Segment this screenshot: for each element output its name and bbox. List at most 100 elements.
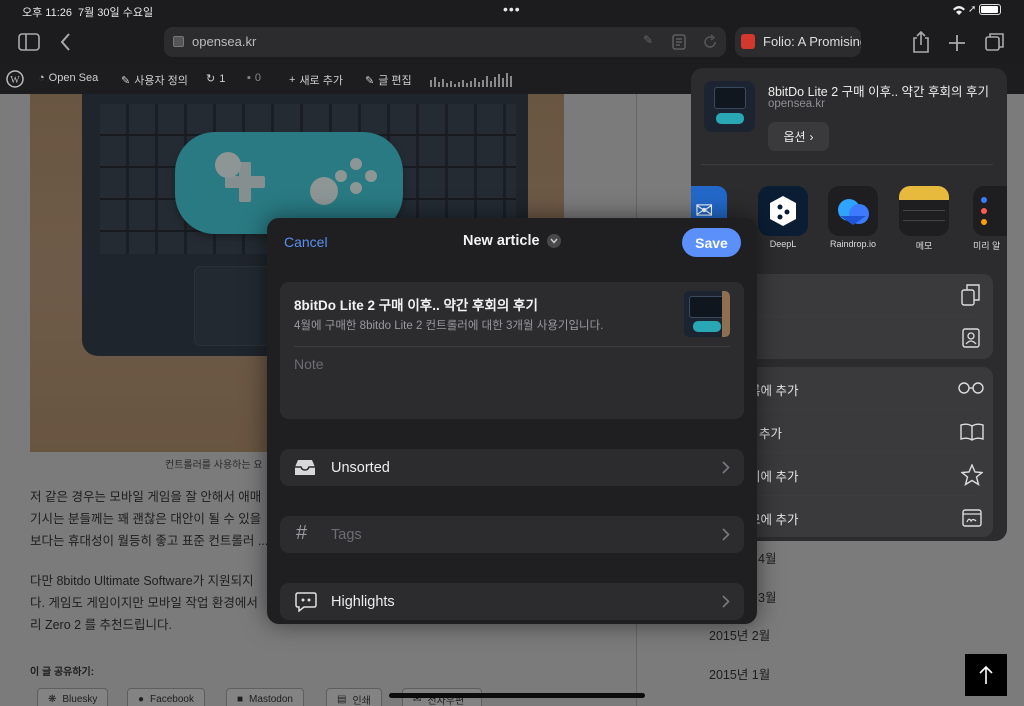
share-facebook-button[interactable]: ● Facebook [127, 688, 205, 706]
article-title: 8bitDo Lite 2 구매 이후.. 약간 후회의 후기 [294, 298, 538, 313]
battery-icon [979, 4, 1001, 15]
tags-field: Tags [331, 527, 362, 543]
reminders-app-label: 미리 알 [973, 241, 1001, 251]
multitask-dots-icon[interactable]: ••• [503, 1, 521, 17]
url-text: opensea.kr [192, 34, 257, 49]
wifi-icon [953, 6, 965, 15]
stats-sparkline[interactable] [430, 71, 514, 87]
archive-link-4[interactable]: 2015년 1월 [709, 664, 770, 686]
tabs-overview-icon[interactable] [985, 32, 1005, 52]
compose-icon[interactable]: ✎ [643, 33, 653, 47]
inbox-icon [295, 460, 315, 475]
reload-icon[interactable] [702, 34, 718, 50]
share-bluesky-button[interactable]: ❋ Bluesky [37, 688, 109, 706]
highlights-label: Highlights [331, 594, 395, 610]
butterfly-icon: ❋ [48, 693, 57, 705]
collection-title-button[interactable]: New article [463, 233, 561, 249]
paragraph-2-line-1: 다만 8bitdo Ultimate Software가 지원되지 [30, 574, 254, 588]
location-icon: ➚ [968, 4, 977, 15]
book-icon [960, 423, 984, 441]
site-favicon-icon [173, 36, 184, 47]
status-time: 오후 11:26 [22, 7, 73, 19]
share-options-button[interactable]: 옵션 › [768, 122, 829, 151]
deepl-app-icon[interactable] [758, 186, 808, 236]
sidebar-toggle-icon[interactable] [18, 33, 40, 51]
modal-title: New article [463, 233, 540, 249]
status-bar: 오후 11:26 7월 30일 수요일 ••• ➚ [0, 0, 1024, 22]
refresh-icon: ↻ [206, 73, 216, 85]
comment-icon: ▪ [247, 72, 251, 84]
photo-caption: 컨트롤러를 사용하는 요 [165, 460, 263, 471]
chevron-right-icon: › [809, 129, 814, 144]
printer-icon: ▤ [337, 693, 347, 705]
chevron-right-icon [722, 528, 730, 541]
hashtag-icon: # [296, 522, 308, 544]
pencil-icon: ✎ [365, 74, 375, 87]
share-mastodon-button[interactable]: ■ Mastodon [226, 688, 304, 706]
archive-link-2[interactable]: 3월 [758, 587, 776, 609]
wp-site-link[interactable]: ◔ Open Sea [38, 72, 98, 84]
new-article-modal: Cancel New article Save 8bitDo Lite 2 구매… [267, 218, 757, 624]
collection-row[interactable]: Unsorted [280, 449, 744, 486]
contact-card-icon[interactable] [962, 328, 980, 348]
paragraph-2-line-3: 리 Zero 2 를 추천드립니다. [30, 618, 173, 632]
wp-edit-link[interactable]: ✎ 글 편집 [365, 72, 412, 88]
address-bar[interactable]: opensea.kr ✎ [164, 27, 726, 57]
notes-app-label: 메모 [915, 241, 933, 251]
mastodon-icon: ■ [237, 693, 244, 705]
paragraph-1-line-1: 저 같은 경우는 모바일 게임을 잘 안해서 애매 [30, 490, 262, 504]
notes-app-icon[interactable] [899, 186, 949, 236]
wordpress-logo-icon[interactable]: W [6, 70, 24, 88]
dashboard-icon: ◔ [38, 72, 45, 84]
facebook-icon: ● [138, 693, 145, 705]
browser-tab-folio[interactable]: Folio: A Promising [735, 27, 861, 57]
highlights-row[interactable]: Highlights [280, 583, 744, 620]
wp-new-link[interactable]: + 새로 추가 [289, 72, 343, 88]
chevron-right-icon [722, 461, 730, 474]
raindrop-app-icon[interactable] [828, 186, 878, 236]
tags-row[interactable]: # Tags [280, 516, 744, 553]
article-thumbnail [684, 291, 730, 337]
save-button[interactable]: Save [682, 228, 741, 257]
wp-comments-link[interactable]: ▪ 0 [247, 72, 261, 84]
tab-title: Folio: A Promising [763, 34, 861, 49]
share-print-button[interactable]: ▤ 인쇄 [326, 688, 382, 706]
chevron-right-icon [722, 595, 730, 608]
quick-note-icon [962, 509, 982, 527]
collection-label: Unsorted [331, 460, 390, 476]
article-description: 4월에 구매한 8bitdo Lite 2 컨트롤러에 대한 3개월 사용기입니… [294, 320, 604, 332]
folio-tab-icon [741, 34, 755, 49]
back-to-top-button[interactable] [965, 654, 1007, 696]
raindrop-app-label: Raindrop.io [829, 239, 877, 249]
share-thumbnail [704, 81, 755, 132]
paragraph-1-line-2: 기시는 분들께는 꽤 괜찮은 대안이 될 수 있을 [30, 512, 262, 526]
new-tab-icon[interactable] [948, 34, 966, 52]
home-indicator[interactable] [389, 693, 645, 698]
plus-icon: + [289, 74, 296, 86]
reader-icon[interactable] [672, 34, 686, 50]
back-icon[interactable] [59, 32, 71, 52]
brush-icon: ✎ [121, 74, 131, 87]
share-heading: 이 글 공유하기: [30, 667, 95, 678]
share-page-domain: opensea.kr [768, 98, 825, 110]
paragraph-2-line-2: 다. 게임도 게임이지만 모바일 작업 환경에서 [30, 596, 258, 610]
status-date: 7월 30일 수요일 [78, 7, 154, 19]
note-field[interactable]: Note [294, 356, 324, 372]
archive-link-3[interactable]: 2015년 2월 [709, 625, 770, 647]
svg-text:W: W [10, 75, 20, 86]
arrow-up-icon [979, 665, 993, 684]
chevron-down-icon [546, 234, 561, 248]
deepl-app-label: DeepL [769, 239, 797, 249]
paragraph-1-line-3: 보다는 휴대성이 월등히 좋고 표준 컨트롤러 ... [30, 534, 269, 548]
reminders-app-icon[interactable] [973, 186, 1007, 236]
wp-customize-link[interactable]: ✎ 사용자 정의 [121, 72, 188, 88]
glasses-icon [958, 382, 984, 394]
cancel-button[interactable]: Cancel [284, 234, 328, 250]
share-icon[interactable] [911, 30, 931, 54]
wp-updates-link[interactable]: ↻ 1 [206, 72, 225, 86]
article-card: 8bitDo Lite 2 구매 이후.. 약간 후회의 후기 4월에 구매한 … [280, 282, 744, 419]
star-icon [961, 464, 983, 486]
quote-bubble-icon [295, 592, 317, 612]
archive-link-1[interactable]: 4월 [758, 548, 776, 570]
copy-icon[interactable] [961, 284, 981, 306]
